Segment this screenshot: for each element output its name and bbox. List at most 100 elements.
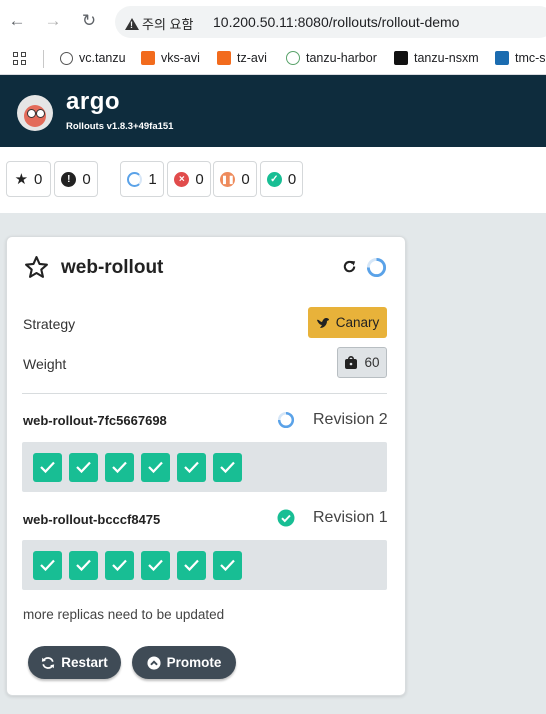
healthy-status-icon xyxy=(277,509,295,527)
healthy-count: 0 xyxy=(287,170,297,188)
check-icon xyxy=(76,559,91,572)
restart-button[interactable]: Restart xyxy=(28,646,121,679)
check-circle-icon: ✓ xyxy=(266,171,282,187)
replicaset-name: web-rollout-7fc5667698 xyxy=(23,413,167,428)
pod-healthy[interactable] xyxy=(33,453,62,482)
harbor-icon xyxy=(286,51,300,65)
divider xyxy=(22,393,387,394)
pod-healthy[interactable] xyxy=(69,453,98,482)
warning-icon xyxy=(125,18,139,30)
pod-healthy[interactable] xyxy=(33,551,62,580)
paused-count: 0 xyxy=(241,170,250,188)
check-icon xyxy=(220,461,235,474)
bookmark-label: tanzu-harbor xyxy=(306,51,377,65)
progress-spinner-icon xyxy=(127,171,143,187)
security-warning[interactable]: 주의 요함 xyxy=(125,14,193,33)
strategy-badge: Canary xyxy=(308,307,387,338)
star-icon: ★ xyxy=(14,171,29,188)
progressing-count: 1 xyxy=(148,170,157,188)
check-icon xyxy=(148,559,163,572)
pod-healthy[interactable] xyxy=(105,551,134,580)
bookmark-vks-avi[interactable]: vks-avi xyxy=(141,51,200,65)
filter-errors-button[interactable]: ! 0 xyxy=(54,161,98,197)
strategy-value: Canary xyxy=(335,315,380,330)
pod-healthy[interactable] xyxy=(105,453,134,482)
avi-icon xyxy=(141,51,155,65)
progressing-status-icon xyxy=(277,411,295,429)
exclamation-icon: ! xyxy=(61,171,77,187)
check-icon xyxy=(184,461,199,474)
logo-text: argo xyxy=(66,88,121,115)
bookmark-label: tanzu-nsxm xyxy=(414,51,479,65)
apps-grid-icon[interactable] xyxy=(13,52,27,66)
pod-group xyxy=(22,540,387,590)
pod-healthy[interactable] xyxy=(141,551,170,580)
globe-icon xyxy=(60,52,73,65)
pause-icon: ❚❚ xyxy=(220,171,236,187)
filter-paused-button[interactable]: ❚❚ 0 xyxy=(213,161,257,197)
filter-favorites-button[interactable]: ★ 0 xyxy=(6,161,51,197)
check-icon xyxy=(40,559,55,572)
bookmark-tmc[interactable]: tmc-s xyxy=(495,51,546,65)
restart-label: Restart xyxy=(61,655,108,670)
promote-button[interactable]: Promote xyxy=(132,646,236,679)
check-icon xyxy=(40,461,55,474)
reload-icon[interactable]: ↻ xyxy=(78,10,100,32)
pod-healthy[interactable] xyxy=(141,453,170,482)
strategy-label: Strategy xyxy=(23,316,76,332)
browser-toolbar: ← → ↻ 주의 요함 10.200.50.11:8080/rollouts/r… xyxy=(0,0,546,44)
filter-degraded-button[interactable]: × 0 xyxy=(167,161,211,197)
forward-arrow-icon[interactable]: → xyxy=(42,10,64,32)
vmware-icon xyxy=(495,51,509,65)
check-icon xyxy=(184,559,199,572)
bookmark-tz-avi[interactable]: tz-avi xyxy=(217,51,267,65)
error-count: 0 xyxy=(82,170,91,188)
bookmark-vc-tanzu[interactable]: vc.tanzu xyxy=(60,51,126,65)
bookmark-label: vc.tanzu xyxy=(79,51,126,65)
refresh-icon[interactable] xyxy=(342,259,357,274)
bookmark-tanzu-harbor[interactable]: tanzu-harbor xyxy=(286,51,377,65)
filter-healthy-button[interactable]: ✓ 0 xyxy=(260,161,303,197)
degraded-count: 0 xyxy=(195,170,204,188)
address-bar[interactable]: 주의 요함 10.200.50.11:8080/rollouts/rollout… xyxy=(115,6,546,38)
revision-label: Revision 2 xyxy=(313,411,388,428)
weight-icon xyxy=(345,356,358,369)
bookmark-tanzu-nsxm[interactable]: tanzu-nsxm xyxy=(394,51,479,65)
pod-healthy[interactable] xyxy=(177,551,206,580)
pod-healthy[interactable] xyxy=(213,453,242,482)
weight-badge: 60 xyxy=(337,347,387,378)
pod-group xyxy=(22,442,387,492)
rollout-message: more replicas need to be updated xyxy=(23,607,225,622)
weight-value: 60 xyxy=(364,355,380,370)
revision-label: Revision 1 xyxy=(313,509,388,526)
check-icon xyxy=(112,461,127,474)
check-icon xyxy=(76,461,91,474)
weight-label: Weight xyxy=(23,356,67,372)
argo-logo xyxy=(17,95,53,131)
promote-label: Promote xyxy=(166,655,222,670)
check-icon xyxy=(148,461,163,474)
pod-healthy[interactable] xyxy=(69,551,98,580)
bookmark-label: vks-avi xyxy=(161,51,200,65)
bookmark-separator xyxy=(43,50,44,68)
bookmark-label: tmc-s xyxy=(515,51,546,65)
replicaset-name: web-rollout-bcccf8475 xyxy=(23,512,161,527)
favorites-count: 0 xyxy=(34,170,43,188)
sync-icon xyxy=(42,656,55,669)
canary-bird-icon xyxy=(316,317,329,328)
chevron-up-circle-icon xyxy=(147,655,161,670)
avi-icon xyxy=(217,51,231,65)
check-icon xyxy=(220,559,235,572)
filter-progressing-button[interactable]: 1 xyxy=(120,161,164,197)
bookmark-label: tz-avi xyxy=(237,51,267,65)
favorite-star-icon[interactable] xyxy=(24,255,49,280)
bookmarks-bar: vc.tanzu vks-avi tz-avi tanzu-harbor tan… xyxy=(0,44,546,75)
nsx-icon xyxy=(394,51,408,65)
security-warning-label: 주의 요함 xyxy=(142,17,194,32)
url-text[interactable]: 10.200.50.11:8080/rollouts/rollout-demo xyxy=(213,14,459,30)
rollout-title[interactable]: web-rollout xyxy=(61,257,163,279)
back-arrow-icon[interactable]: ← xyxy=(6,10,28,32)
pod-healthy[interactable] xyxy=(213,551,242,580)
pod-healthy[interactable] xyxy=(177,453,206,482)
version-label: Rollouts v1.8.3+49fa151 xyxy=(66,121,174,132)
